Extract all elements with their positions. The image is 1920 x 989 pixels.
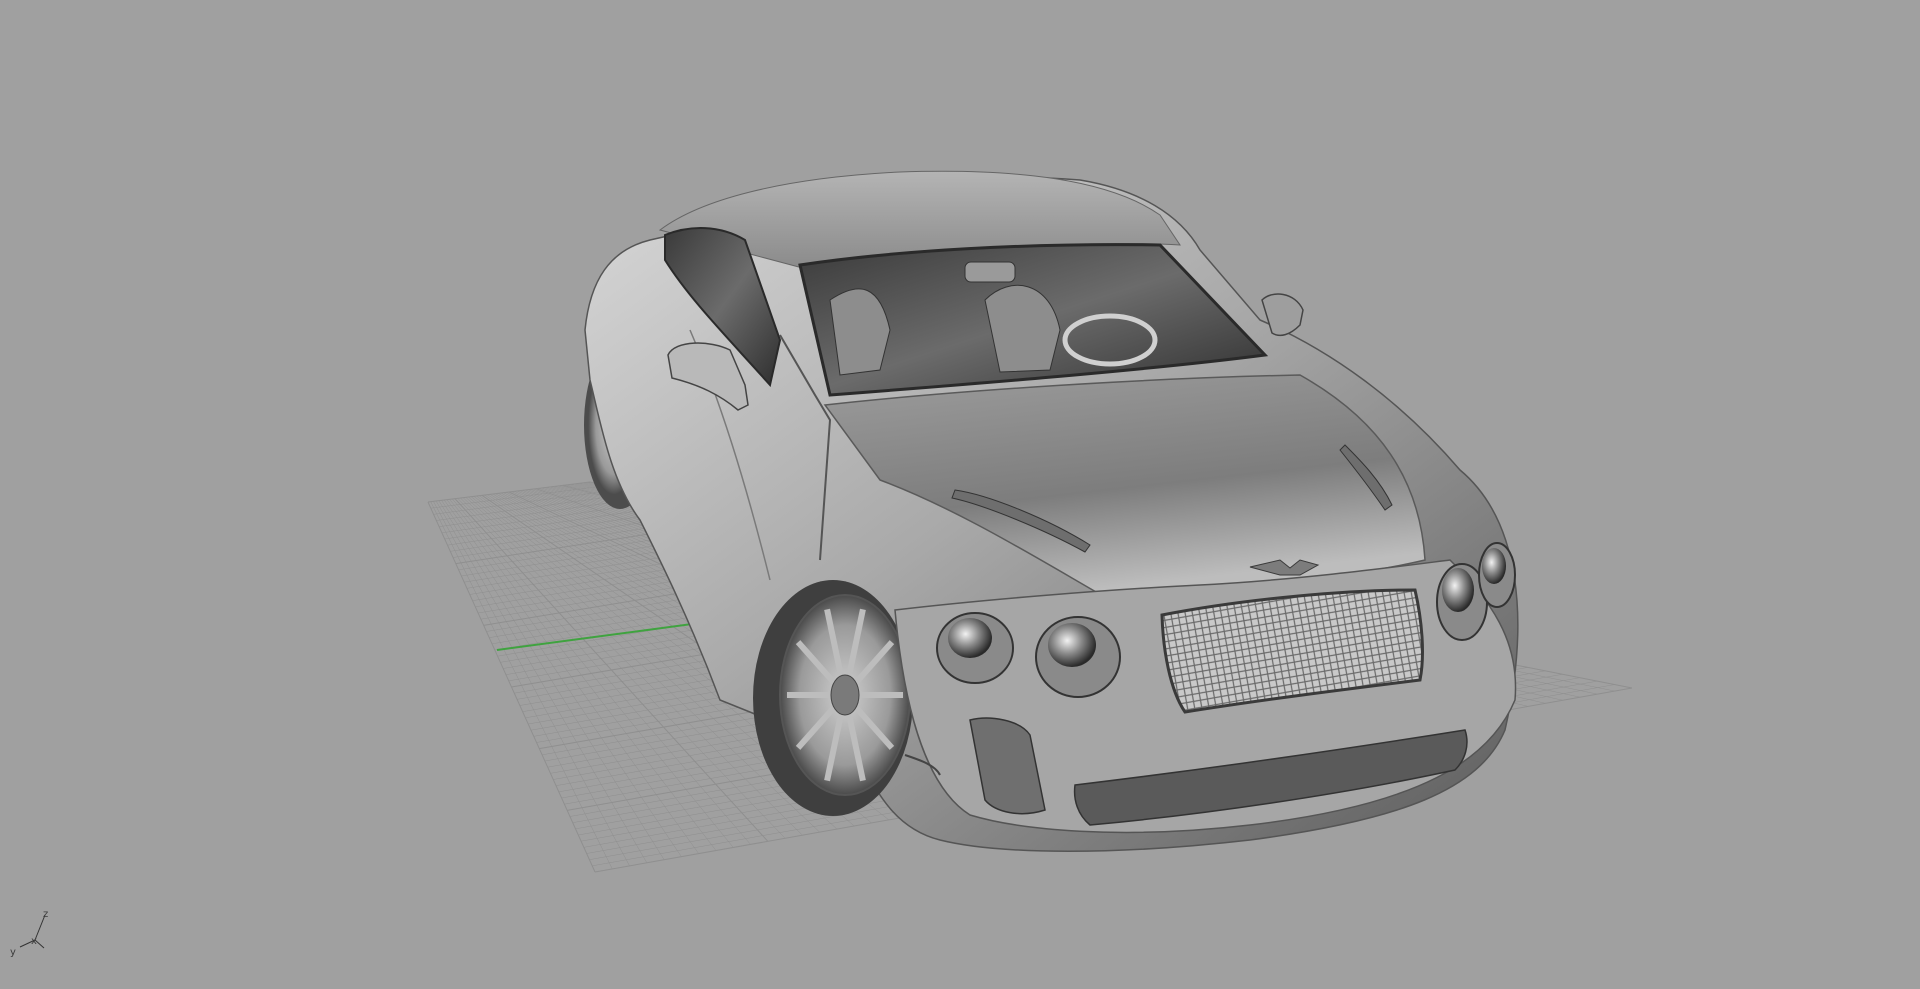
front-wheel [753,580,913,816]
axis-label-z: z [43,909,48,920]
scene-canvas[interactable]: z x y [0,0,1920,989]
3d-viewport[interactable]: z x y [0,0,1920,989]
axis-label-x: x [31,936,37,947]
axis-label-y: y [10,947,16,958]
car-model[interactable] [584,170,1519,852]
axis-widget: z x y [10,909,48,958]
